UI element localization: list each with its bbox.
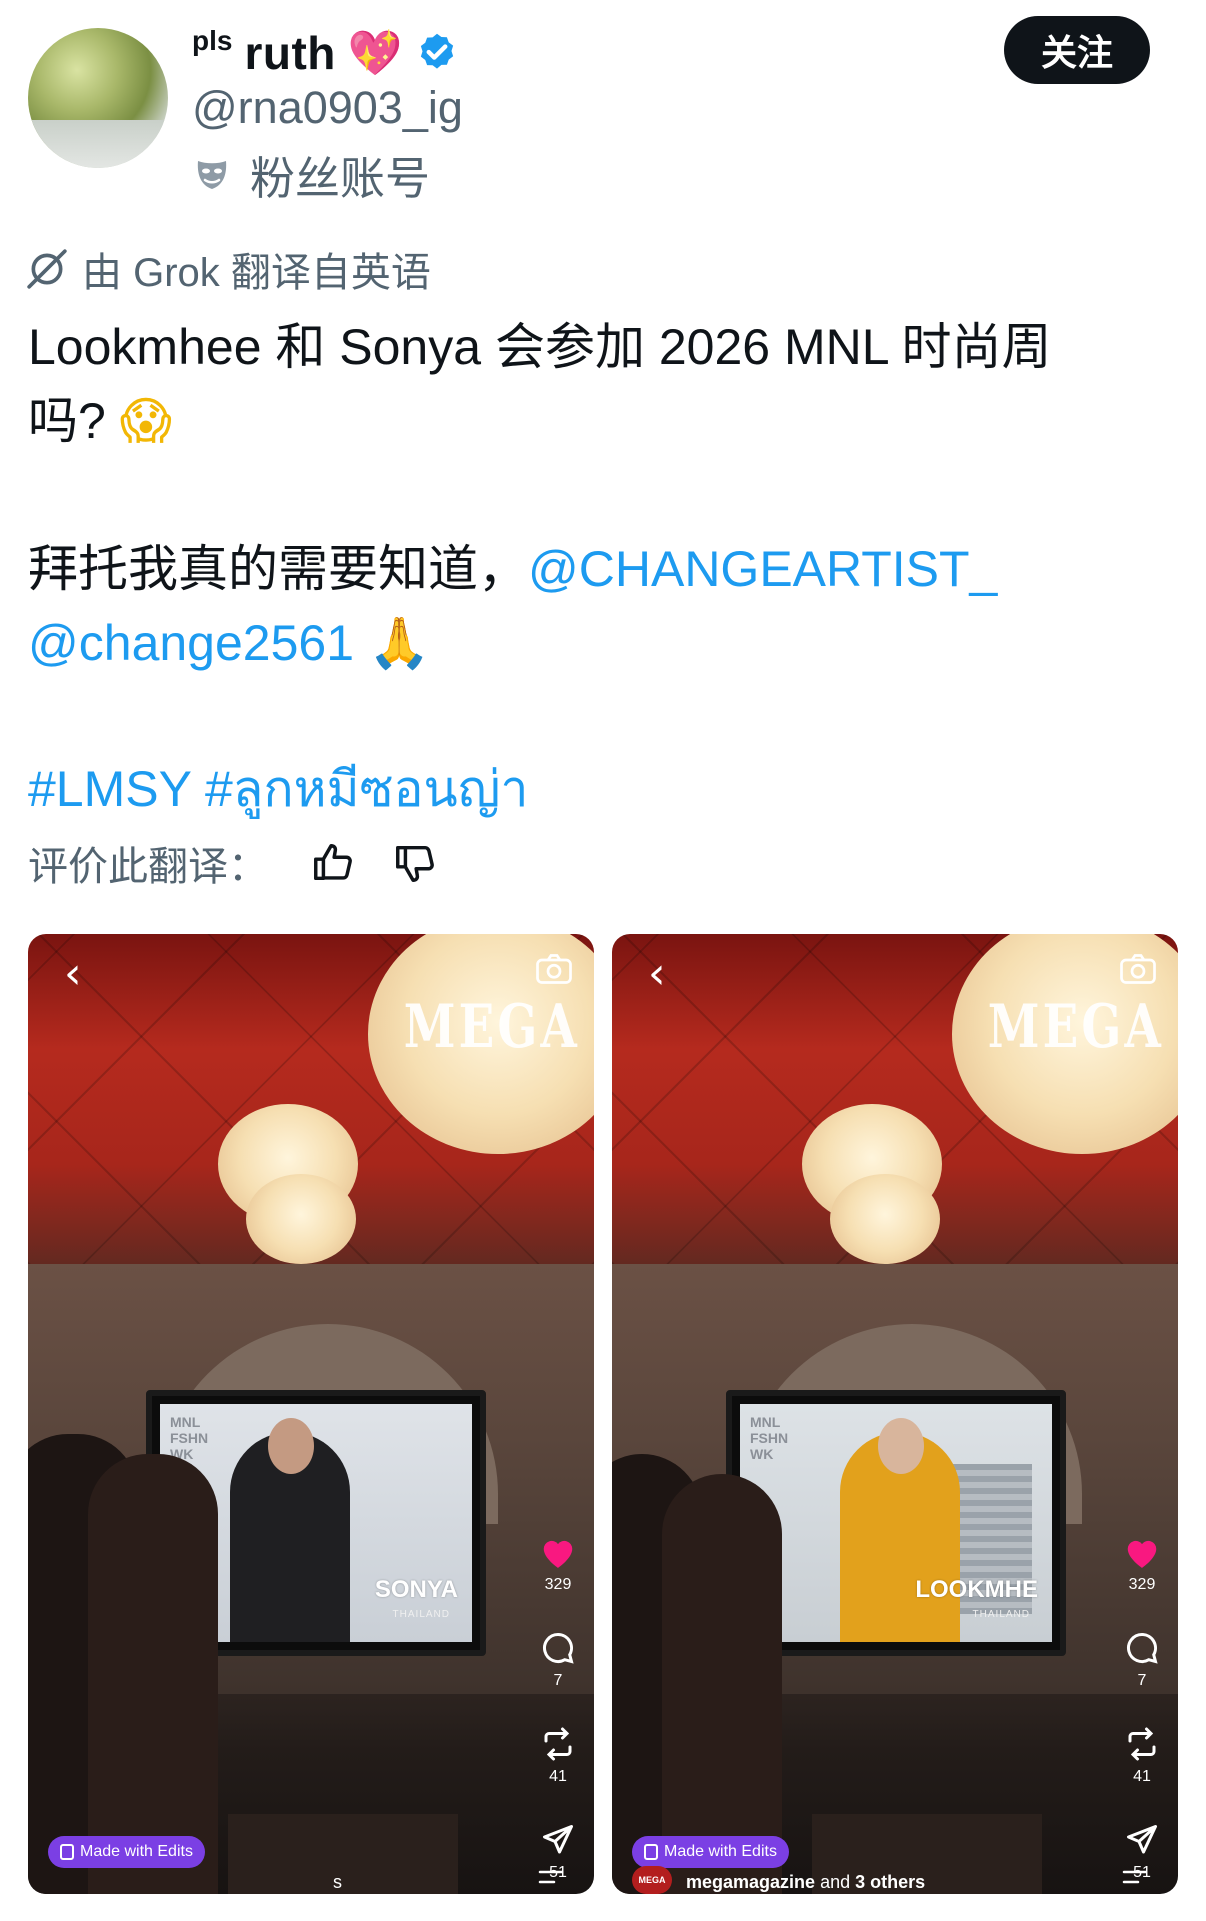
repost-icon[interactable] [1123,1726,1161,1762]
credit-line[interactable]: megamagazine and 3 others [686,1872,925,1893]
edits-label: Made with Edits [80,1843,193,1860]
like-count: 329 [544,1576,572,1593]
repost-count: 41 [1133,1768,1151,1785]
avatar[interactable] [28,28,168,168]
model-head [268,1418,314,1474]
video-actions: 329 7 41 51 [532,1534,584,1894]
fan-mask-icon [197,160,227,189]
repost-count: 41 [549,1768,567,1785]
back-icon[interactable]: ‹ [648,948,666,999]
name-prefix: pls [192,25,233,56]
thumbs-up-icon[interactable] [310,840,356,886]
media-image-2[interactable]: MNL FSHN WK LOOKMHE THAILAND ‹ MEGA 329 … [612,934,1178,1894]
camera-icon[interactable] [536,954,572,984]
like-count: 329 [1128,1576,1156,1593]
comment-count: 7 [553,1672,563,1689]
edits-icon [60,1844,74,1860]
comment-icon[interactable] [1123,1630,1161,1666]
fan-account-label: 粉丝账号 [250,153,431,204]
person-right [662,1474,782,1894]
heart-icon[interactable] [539,1534,577,1570]
tweet-line-4: @change2561 🙏 [28,606,430,680]
grok-icon [27,249,67,289]
share-icon[interactable] [1123,1822,1161,1858]
folded-hands-emoji: 🙏 [367,614,431,672]
rate-translation-label: 评价此翻译： [28,845,268,889]
media-image-1[interactable]: MNL FSHN WK SONYA THAILAND ‹ MEGA 329 7 … [28,934,594,1894]
credit-tail: 3 others [855,1872,926,1892]
comment-icon[interactable] [539,1630,577,1666]
credit-mid: and [820,1872,851,1892]
mention-changeartist[interactable]: @CHANGEARTIST_ [528,541,997,597]
person-right [88,1454,218,1894]
menu-icon[interactable] [1122,1870,1148,1884]
tweet-line-3: 拜托我真的需要知道，@CHANGEARTIST_ [28,532,997,606]
mega-watermark: MEGA [987,992,1164,1062]
fan-account-row: 粉丝账号 [192,142,430,207]
repost-icon[interactable] [539,1726,577,1762]
tweet-line-1: Lookmhee 和 Sonya 会参加 2026 MNL 时尚周 [28,319,1052,375]
video-actions: 329 7 41 51 [1116,1534,1168,1894]
verified-badge-icon [420,33,453,69]
credit-account: megamagazine [686,1872,816,1892]
tweet-line-3-text: 拜托我真的需要知道， [28,541,528,597]
screen-sub: THAILAND [392,1609,450,1620]
screaming-face-emoji: 😱 [119,392,172,450]
back-icon[interactable]: ‹ [64,948,82,999]
display-name: ruth [244,27,336,79]
mention-change2561[interactable]: @change2561 [28,615,354,671]
rate-translation-row: 评价此翻译： [28,834,474,892]
hashtags[interactable]: #LMSY #ลูกหมีซอนญ่า [28,752,528,826]
translation-source-row: 由 Grok 翻译自英语 [26,240,431,298]
made-with-edits-badge[interactable]: Made with Edits [48,1836,205,1868]
follow-button[interactable]: 关注 [1004,16,1150,84]
screen-name: LOOKMHE [915,1576,1038,1603]
share-icon[interactable] [539,1822,577,1858]
lamp-small [830,1174,940,1264]
model-head [878,1418,924,1474]
screen-logo: MNL FSHN WK [170,1414,209,1462]
table [228,1814,458,1894]
tweet-line-2-text: 吗? [28,393,106,449]
screen-logo: MNL FSHN WK [750,1414,789,1462]
user-handle[interactable]: @rna0903_ig [192,82,463,134]
made-with-edits-badge[interactable]: Made with Edits [632,1836,789,1868]
edits-label: Made with Edits [664,1843,777,1860]
camera-icon[interactable] [1120,954,1156,984]
screen-name: SONYA [374,1576,458,1603]
mega-watermark: MEGA [403,992,580,1062]
sparkling-heart-emoji: 💖 [347,28,403,79]
comment-count: 7 [1137,1672,1147,1689]
lamp-small [246,1174,356,1264]
credit-tail: s [333,1872,342,1892]
heart-icon[interactable] [1123,1534,1161,1570]
edits-icon [644,1844,658,1860]
translation-source-label: 由 Grok 翻译自英语 [82,251,431,295]
menu-icon[interactable] [538,1870,564,1884]
user-name-row[interactable]: pls ruth 💖 [192,18,459,88]
screen-sub: THAILAND [972,1609,1030,1620]
thumbs-down-icon[interactable] [392,840,438,886]
tweet-line-2: 吗? 😱 [28,384,172,458]
megamagazine-avatar[interactable]: MEGA [632,1866,672,1894]
